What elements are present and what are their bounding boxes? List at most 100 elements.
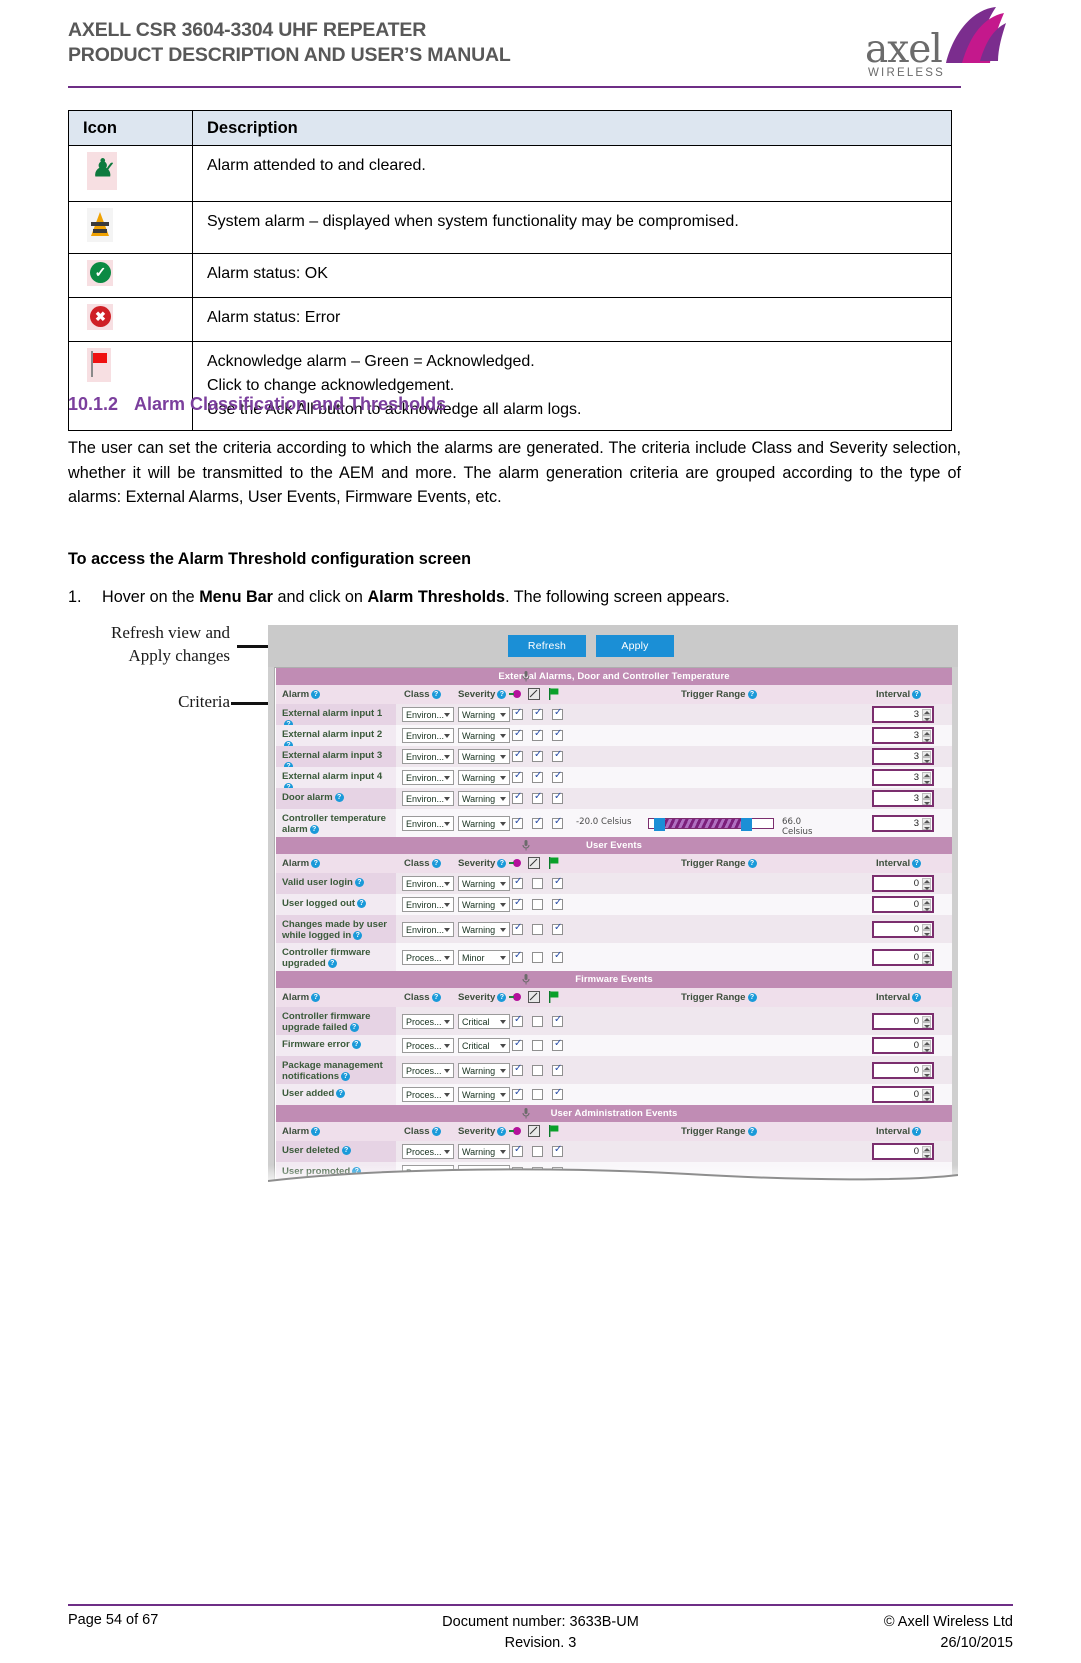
stepper-down-icon[interactable] <box>922 1095 931 1101</box>
help-icon[interactable]: ? <box>747 689 757 699</box>
log-checkbox[interactable] <box>532 1146 543 1157</box>
help-icon[interactable]: ? <box>912 992 922 1002</box>
flag-checkbox[interactable] <box>552 1014 563 1027</box>
flag-checkbox[interactable] <box>552 1038 563 1051</box>
log-checkbox[interactable] <box>532 707 543 720</box>
log-checkbox[interactable] <box>532 952 543 963</box>
interval-stepper[interactable]: 3 <box>872 727 934 744</box>
help-icon[interactable]: ? <box>431 689 441 699</box>
help-icon[interactable]: ? <box>747 992 757 1002</box>
interval-stepper[interactable]: 0 <box>872 949 934 966</box>
stepper-down-icon[interactable] <box>922 884 931 890</box>
stepper-down-icon[interactable] <box>922 778 931 784</box>
severity-dropdown[interactable]: Warning <box>458 770 510 785</box>
interval-stepper[interactable]: 3 <box>872 790 934 807</box>
class-dropdown[interactable]: Environ... <box>402 770 454 785</box>
help-icon[interactable]: ? <box>311 1126 321 1136</box>
flag-checkbox[interactable] <box>552 922 563 935</box>
aem-transmit-checkbox[interactable] <box>512 707 523 720</box>
help-icon[interactable]: ? <box>747 858 757 868</box>
slider-handle-low[interactable] <box>654 818 665 831</box>
class-dropdown[interactable]: Proces... <box>402 1087 454 1102</box>
aem-transmit-checkbox[interactable] <box>512 1063 523 1076</box>
log-checkbox[interactable] <box>532 1089 543 1100</box>
severity-dropdown[interactable]: Warning <box>458 728 510 743</box>
flag-checkbox[interactable] <box>552 1087 563 1100</box>
aem-transmit-checkbox[interactable] <box>512 950 523 963</box>
severity-dropdown[interactable]: Warning <box>458 876 510 891</box>
slider-handle-high[interactable] <box>741 818 752 831</box>
flag-checkbox[interactable] <box>552 876 563 889</box>
stepper-down-icon[interactable] <box>922 757 931 763</box>
aem-transmit-checkbox[interactable] <box>512 1087 523 1100</box>
stepper-down-icon[interactable] <box>922 1046 931 1052</box>
class-dropdown[interactable]: Proces... <box>402 1038 454 1053</box>
interval-stepper[interactable]: 0 <box>872 1143 934 1160</box>
help-icon[interactable]: ? <box>311 689 321 699</box>
severity-dropdown[interactable]: Warning <box>458 1144 510 1159</box>
help-icon[interactable]: ? <box>353 930 363 940</box>
severity-dropdown[interactable]: Warning <box>458 897 510 912</box>
flag-checkbox[interactable] <box>552 707 563 720</box>
interval-stepper[interactable]: 0 <box>872 921 934 938</box>
class-dropdown[interactable]: Proces... <box>402 1144 454 1159</box>
flag-checkbox[interactable] <box>552 897 563 910</box>
help-icon[interactable]: ? <box>497 689 507 699</box>
help-icon[interactable]: ? <box>431 1126 441 1136</box>
help-icon[interactable]: ? <box>912 1126 922 1136</box>
help-icon[interactable]: ? <box>311 992 321 1002</box>
trigger-range-slider[interactable]: -20.0 Celsius 66.0 Celsius <box>576 817 826 837</box>
help-icon[interactable]: ? <box>334 792 344 802</box>
stepper-down-icon[interactable] <box>922 715 931 721</box>
interval-stepper[interactable]: 3 <box>872 706 934 723</box>
aem-transmit-checkbox[interactable] <box>512 791 523 804</box>
class-dropdown[interactable]: Environ... <box>402 791 454 806</box>
log-checkbox[interactable] <box>532 878 543 889</box>
class-dropdown[interactable]: Proces... <box>402 950 454 965</box>
apply-button[interactable]: Apply <box>596 635 674 657</box>
help-icon[interactable]: ? <box>354 877 364 887</box>
help-icon[interactable]: ? <box>327 958 337 968</box>
stepper-down-icon[interactable] <box>922 736 931 742</box>
help-icon[interactable]: ? <box>351 1039 361 1049</box>
aem-transmit-checkbox[interactable] <box>512 1144 523 1157</box>
help-icon[interactable]: ? <box>349 1022 359 1032</box>
flag-checkbox[interactable] <box>552 728 563 741</box>
help-icon[interactable]: ? <box>311 858 321 868</box>
aem-transmit-checkbox[interactable] <box>512 1038 523 1051</box>
flag-checkbox[interactable] <box>552 1144 563 1157</box>
aem-transmit-checkbox[interactable] <box>512 816 523 829</box>
help-icon[interactable]: ? <box>912 858 922 868</box>
flag-checkbox[interactable] <box>552 749 563 762</box>
stepper-down-icon[interactable] <box>922 824 931 830</box>
severity-dropdown[interactable]: Warning <box>458 1087 510 1102</box>
help-icon[interactable]: ? <box>431 992 441 1002</box>
log-checkbox[interactable] <box>532 924 543 935</box>
interval-stepper[interactable]: 3 <box>872 815 934 832</box>
flag-checkbox[interactable] <box>552 770 563 783</box>
severity-dropdown[interactable]: Critical <box>458 1014 510 1029</box>
help-icon[interactable]: ? <box>497 858 507 868</box>
stepper-down-icon[interactable] <box>922 958 931 964</box>
interval-stepper[interactable]: 0 <box>872 875 934 892</box>
stepper-down-icon[interactable] <box>922 1071 931 1077</box>
class-dropdown[interactable]: Environ... <box>402 749 454 764</box>
interval-stepper[interactable]: 0 <box>872 1013 934 1030</box>
severity-dropdown[interactable]: Critical <box>458 1038 510 1053</box>
help-icon[interactable]: ? <box>431 858 441 868</box>
class-dropdown[interactable]: Environ... <box>402 876 454 891</box>
aem-transmit-checkbox[interactable] <box>512 728 523 741</box>
help-icon[interactable]: ? <box>912 689 922 699</box>
interval-stepper[interactable]: 0 <box>872 1086 934 1103</box>
aem-transmit-checkbox[interactable] <box>512 876 523 889</box>
stepper-down-icon[interactable] <box>922 930 931 936</box>
severity-dropdown[interactable]: Minor <box>458 950 510 965</box>
help-icon[interactable]: ? <box>747 1126 757 1136</box>
aem-transmit-checkbox[interactable] <box>512 1014 523 1027</box>
interval-stepper[interactable]: 0 <box>872 896 934 913</box>
interval-stepper[interactable]: 0 <box>872 1037 934 1054</box>
severity-dropdown[interactable]: Warning <box>458 922 510 937</box>
log-checkbox[interactable] <box>532 749 543 762</box>
log-checkbox[interactable] <box>532 1040 543 1051</box>
flag-checkbox[interactable] <box>552 791 563 804</box>
